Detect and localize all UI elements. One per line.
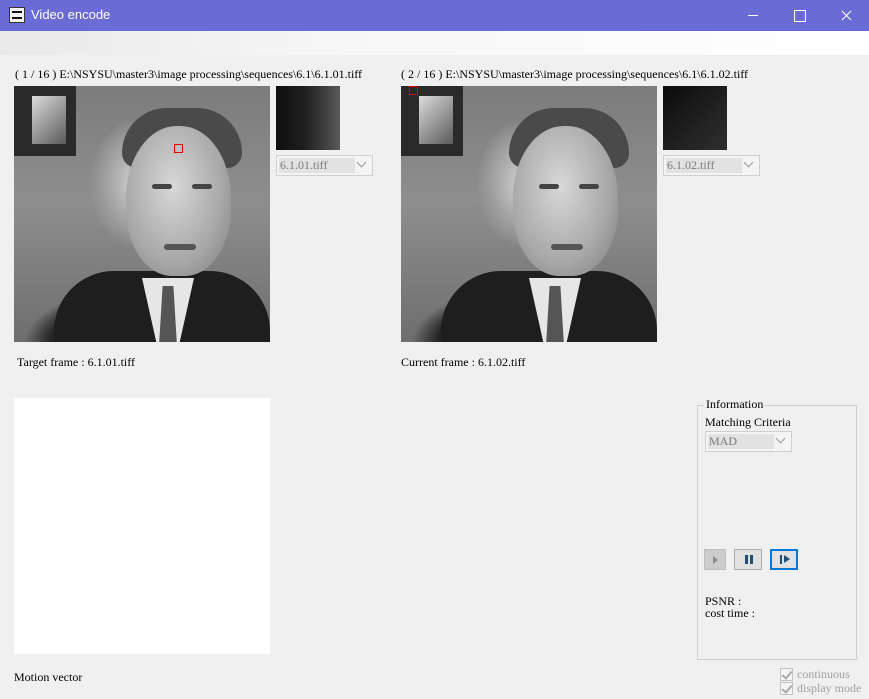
- continuous-checkbox[interactable]: [780, 668, 793, 681]
- motion-vector-canvas: [14, 398, 270, 654]
- picture-frame: [14, 86, 76, 156]
- chevron-down-icon: [356, 159, 368, 171]
- current-block-marker: [409, 86, 418, 95]
- face: [513, 126, 618, 276]
- menu-bar: [0, 31, 869, 55]
- window-title: Video encode: [31, 7, 111, 22]
- chevron-down-icon: [775, 435, 787, 447]
- current-file-select-value: 6.1.02.tiff: [666, 158, 742, 173]
- current-file-select[interactable]: 6.1.02.tiff: [663, 155, 760, 176]
- current-block-preview: [663, 86, 727, 150]
- minimize-icon[interactable]: [730, 0, 776, 31]
- target-frame-label: Target frame : 6.1.01.tiff: [17, 355, 136, 369]
- target-file-select-value: 6.1.01.tiff: [279, 158, 355, 173]
- picture-frame: [401, 86, 463, 156]
- current-frame-image[interactable]: [401, 86, 657, 342]
- eye-right: [579, 184, 599, 189]
- motion-vector-label: Motion vector: [14, 670, 83, 684]
- target-file-select[interactable]: 6.1.01.tiff: [276, 155, 373, 176]
- step-forward-icon[interactable]: [770, 549, 798, 570]
- eye-right: [192, 184, 212, 189]
- pause-icon[interactable]: [734, 549, 762, 570]
- display-mode-label: display mode: [797, 681, 862, 695]
- target-frame-image[interactable]: [14, 86, 270, 342]
- matching-criteria-label: Matching Criteria: [705, 415, 791, 429]
- target-block-marker: [174, 144, 183, 153]
- current-frame-label: Current frame : 6.1.02.tiff: [401, 355, 526, 369]
- app-icon: [9, 7, 25, 23]
- information-group-title: Information: [704, 397, 766, 412]
- eye-left: [152, 184, 172, 189]
- eye-left: [539, 184, 559, 189]
- matching-criteria-select[interactable]: MAD: [705, 431, 792, 452]
- mouth: [551, 244, 583, 250]
- target-block-preview: [276, 86, 340, 150]
- display-mode-checkbox[interactable]: [780, 682, 793, 695]
- target-path-label: ( 1 / 16 ) E:\NSYSU\master3\image proces…: [15, 67, 363, 81]
- mouth: [164, 244, 196, 250]
- current-path-label: ( 2 / 16 ) E:\NSYSU\master3\image proces…: [401, 67, 749, 81]
- matching-criteria-value: MAD: [708, 434, 774, 449]
- maximize-icon[interactable]: [776, 0, 822, 31]
- close-icon[interactable]: [823, 0, 869, 31]
- continuous-label: continuous: [797, 667, 850, 681]
- title-bar[interactable]: Video encode: [0, 0, 869, 31]
- chevron-down-icon: [743, 159, 755, 171]
- play-icon[interactable]: [704, 549, 726, 570]
- cost-time-label: cost time :: [705, 606, 755, 620]
